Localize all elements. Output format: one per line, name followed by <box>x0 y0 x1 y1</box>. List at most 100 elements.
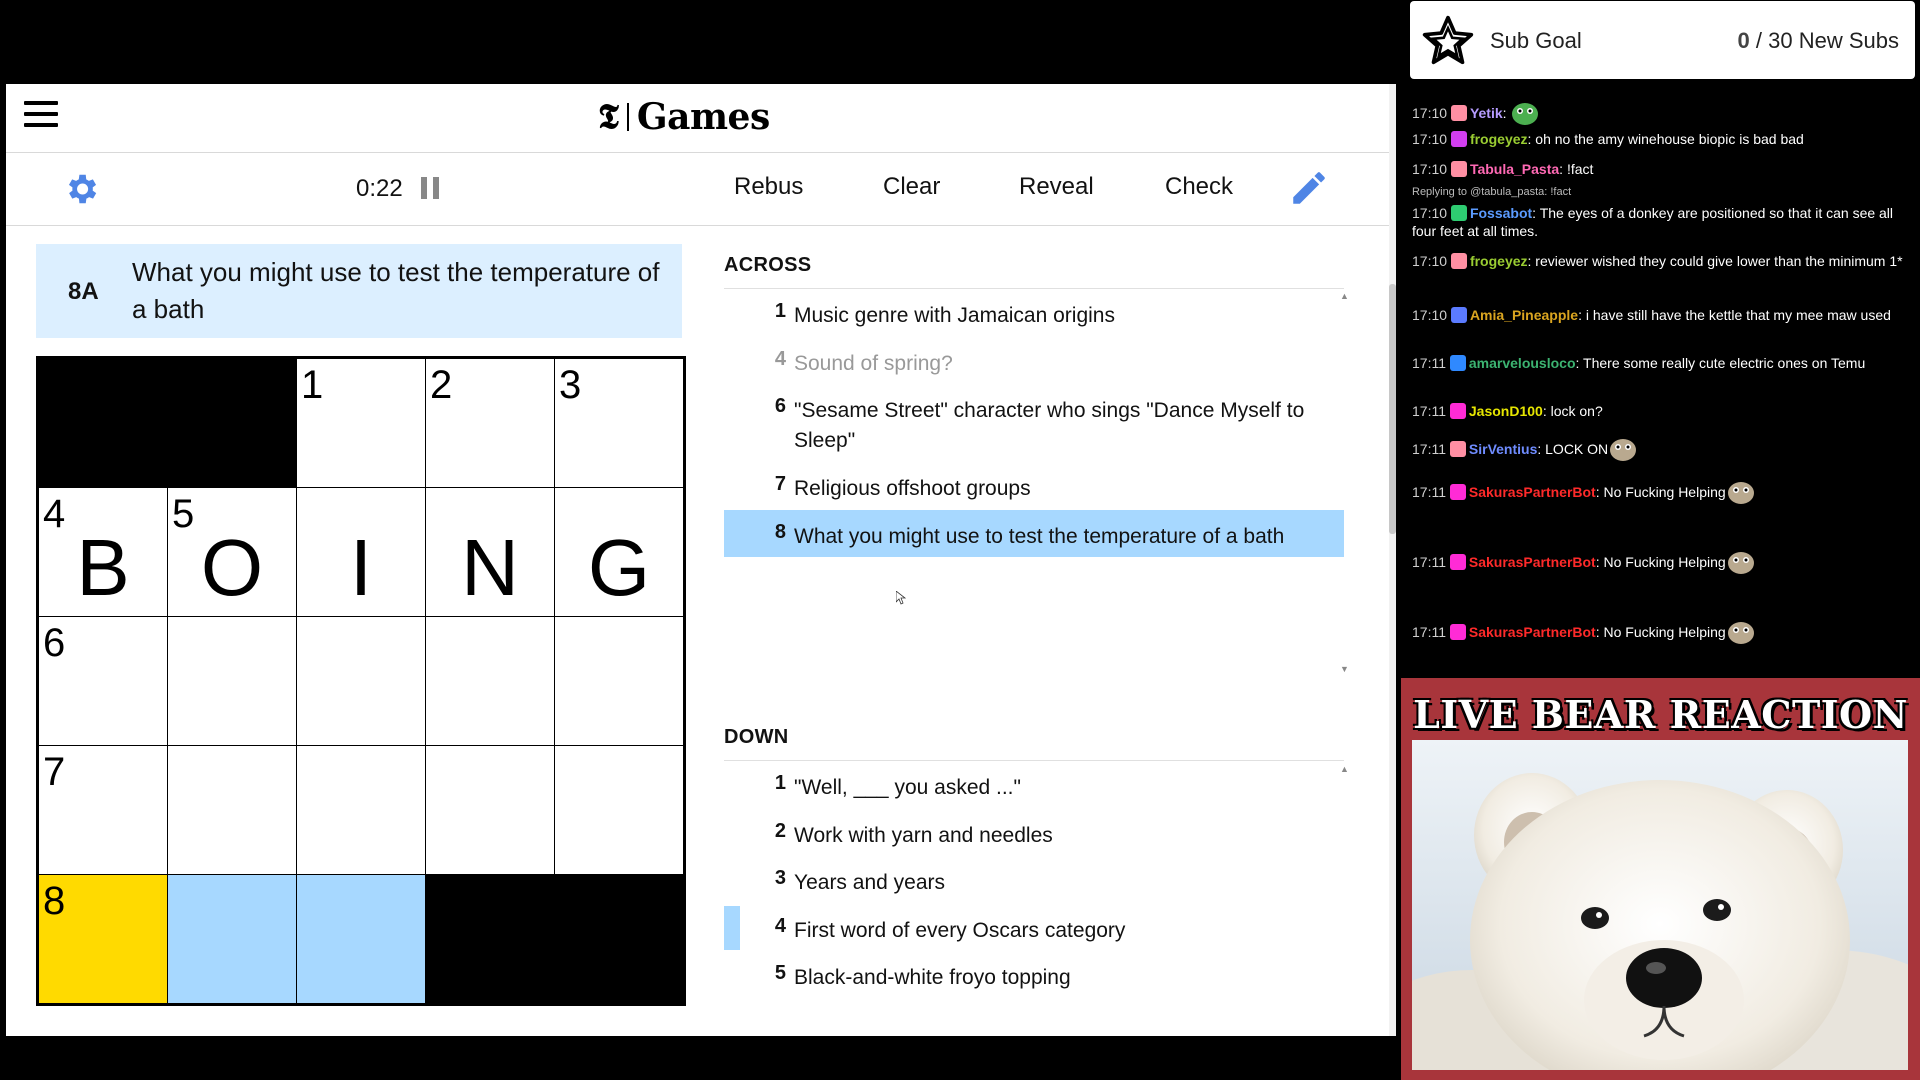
chat-username[interactable]: SirVentius <box>1469 441 1537 457</box>
chat-username[interactable]: JasonD100 <box>1469 403 1543 419</box>
grid-cell[interactable] <box>168 875 296 1003</box>
grid-cell[interactable]: 1 <box>297 359 425 487</box>
emote-icon <box>1608 436 1638 466</box>
clue-down-3[interactable]: 3 Years and years <box>724 856 1344 904</box>
clue-down-1[interactable]: 1 "Well, ___ you asked ..." <box>724 761 1344 809</box>
mouse-cursor-icon <box>896 591 906 605</box>
grid-cell[interactable]: 8 <box>39 875 167 1003</box>
clue-across-1[interactable]: 1 Music genre with Jamaican origins <box>724 289 1344 337</box>
chat-username[interactable]: SakurasPartnerBot <box>1469 624 1596 640</box>
chat-username[interactable]: Fossabot <box>1470 205 1532 221</box>
nyt-t-icon: 𝕿 <box>598 97 619 137</box>
chat-message-text: i have still have the kettle that my mee… <box>1585 307 1891 323</box>
down-clue-list: 1 "Well, ___ you asked ..." 2 Work with … <box>724 760 1344 999</box>
clue-across-4[interactable]: 4 Sound of spring? <box>724 337 1344 385</box>
chat-username[interactable]: frogeyez <box>1470 131 1528 147</box>
grid-cell[interactable]: 2 <box>426 359 554 487</box>
grid-cell[interactable] <box>426 746 554 874</box>
sub-goal-current: 0 <box>1737 28 1750 53</box>
chat-badge-icon <box>1450 105 1467 121</box>
rebus-button[interactable]: Rebus <box>734 173 803 201</box>
chat-username[interactable]: Tabula_Pasta <box>1470 161 1559 177</box>
cell-letter: I <box>349 523 373 612</box>
black-cell <box>39 359 167 487</box>
cell-number: 6 <box>43 621 66 665</box>
logo-divider <box>626 103 629 131</box>
clue-across-8[interactable]: 8 What you might use to test the tempera… <box>724 509 1344 558</box>
clue-across-6[interactable]: 6 "Sesame Street" character who sings "D… <box>724 384 1344 462</box>
clue-number: 4 <box>774 347 786 370</box>
clue-across-7[interactable]: 7 Religious offshoot groups <box>724 462 1344 510</box>
grid-cell[interactable]: 3 <box>555 359 683 487</box>
grid-cell[interactable] <box>168 746 296 874</box>
grid-cell[interactable]: 5O <box>168 488 296 616</box>
pause-icon[interactable] <box>421 177 439 199</box>
emote-icon <box>1510 100 1540 130</box>
chat-badge-icon <box>1449 355 1466 371</box>
chat-message: 17:11 SakurasPartnerBot: No Fucking Help… <box>1412 549 1912 579</box>
grid-cell[interactable]: 7 <box>39 746 167 874</box>
crossword-app: 𝕿 Games 0:22 Rebus Clear Reveal Check 8A… <box>6 84 1396 1036</box>
grid-cell[interactable]: 6 <box>39 617 167 745</box>
scroll-up-icon[interactable]: ▲ <box>1340 291 1349 301</box>
grid-cell[interactable] <box>555 617 683 745</box>
message-timestamp: 17:11 <box>1412 441 1446 457</box>
sub-goal-widget: Sub Goal 0 / 30 New Subs <box>1410 1 1915 79</box>
gear-icon[interactable] <box>62 170 100 208</box>
grid-cell[interactable]: G <box>555 488 683 616</box>
grid-cell[interactable] <box>168 617 296 745</box>
chat-username[interactable]: frogeyez <box>1470 253 1528 269</box>
chat-message: 17:10 Fossabot: The eyes of a donkey are… <box>1412 205 1894 239</box>
check-button[interactable]: Check <box>1165 173 1233 201</box>
grid-cell[interactable]: I <box>297 488 425 616</box>
message-timestamp: 17:10 <box>1412 307 1448 323</box>
chat-message-text: LOCK ON <box>1545 441 1609 457</box>
chat-message: 17:11 amarvelousloco: There some really … <box>1412 355 1866 371</box>
chat-username[interactable]: Amia_Pineapple <box>1470 307 1578 323</box>
grid-cell[interactable] <box>297 617 425 745</box>
cell-letter: B <box>76 523 130 612</box>
clue-text: "Sesame Street" character who sings "Dan… <box>794 399 1305 453</box>
chat-message-text: lock on? <box>1550 403 1603 419</box>
grid-cell[interactable]: N <box>426 488 554 616</box>
pencil-icon[interactable] <box>1288 167 1330 209</box>
grid-cell[interactable] <box>297 746 425 874</box>
chat-username[interactable]: amarvelousloco <box>1469 355 1576 371</box>
clue-number: 6 <box>774 395 786 418</box>
message-timestamp: 17:11 <box>1412 554 1446 570</box>
clue-text: Religious offshoot groups <box>794 477 1031 501</box>
chat-badge-icon <box>1449 624 1466 640</box>
scroll-up-icon[interactable]: ▲ <box>1340 764 1349 774</box>
current-clue-number: 8A <box>68 278 99 305</box>
menu-icon[interactable] <box>24 101 58 131</box>
clue-number: 4 <box>774 914 786 937</box>
grid-cell[interactable] <box>426 617 554 745</box>
message-timestamp: 17:10 <box>1412 131 1448 147</box>
current-clue-bar[interactable]: 8A What you might use to test the temper… <box>36 244 682 338</box>
chat-badge-icon <box>1450 161 1467 177</box>
reveal-button[interactable]: Reveal <box>1019 173 1094 201</box>
clue-number: 5 <box>774 962 786 985</box>
chat-username[interactable]: SakurasPartnerBot <box>1469 484 1596 500</box>
sub-goal-progress: 0 / 30 New Subs <box>1738 28 1899 54</box>
chat-badge-icon <box>1450 253 1467 269</box>
grid-cell[interactable]: 4B <box>39 488 167 616</box>
grid-cell[interactable] <box>297 875 425 1003</box>
crossword-grid: 1 2 3 4B5O ING 6 7 8 <box>36 356 686 1006</box>
star-icon <box>1422 15 1474 65</box>
clue-down-4[interactable]: 4 First word of every Oscars category <box>724 904 1344 952</box>
clue-down-2[interactable]: 2 Work with yarn and needles <box>724 809 1344 857</box>
clue-number: 1 <box>774 300 786 322</box>
chat-message: 17:11 SirVentius: LOCK ON <box>1412 436 1912 466</box>
chat-username[interactable]: SakurasPartnerBot <box>1469 554 1596 570</box>
clear-button[interactable]: Clear <box>883 173 940 201</box>
clue-down-5[interactable]: 5 Black-and-white froyo topping <box>724 951 1344 999</box>
current-clue-text: What you might use to test the temperatu… <box>132 257 660 324</box>
chat-username[interactable]: Yetik <box>1470 105 1503 121</box>
nyt-games-logo[interactable]: 𝕿 Games <box>598 96 770 138</box>
scroll-down-icon[interactable]: ▼ <box>1340 664 1349 674</box>
chat-badge-icon <box>1450 307 1467 323</box>
grid-cell[interactable] <box>555 746 683 874</box>
page-scrollbar[interactable] <box>1389 84 1396 1036</box>
message-timestamp: 17:11 <box>1412 624 1446 640</box>
